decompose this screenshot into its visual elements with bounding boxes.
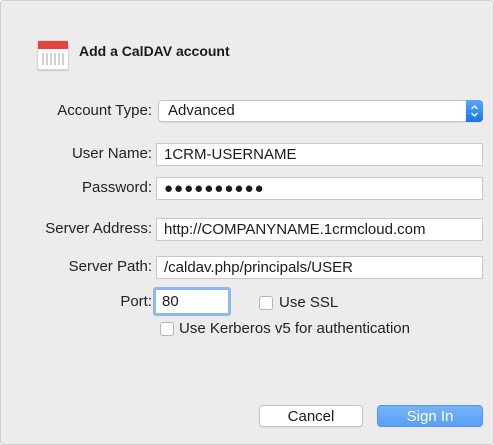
caldav-dialog: Add a CalDAV account Account Type: Advan… xyxy=(0,0,494,445)
server-path-label: Server Path: xyxy=(68,258,152,275)
use-kerberos-checkbox[interactable] xyxy=(160,322,174,336)
use-ssl-label: Use SSL xyxy=(279,294,339,311)
user-name-label: User Name: xyxy=(71,145,152,162)
port-field[interactable]: 80 xyxy=(153,287,231,316)
use-kerberos-label: Use Kerberos v5 for authentication xyxy=(179,320,410,337)
cancel-button[interactable]: Cancel xyxy=(259,405,363,427)
account-type-select[interactable]: Advanced xyxy=(158,100,483,122)
password-field[interactable]: ●●●●●●●●●● xyxy=(156,177,483,200)
user-name-field[interactable]: 1CRM-USERNAME xyxy=(156,143,483,166)
sign-in-button[interactable]: Sign In xyxy=(377,405,483,427)
account-type-value: Advanced xyxy=(168,102,235,119)
calendar-icon xyxy=(37,40,69,70)
password-label: Password: xyxy=(81,179,152,196)
account-type-label: Account Type: xyxy=(57,102,152,119)
chevron-updown-icon xyxy=(466,100,483,122)
dialog-title: Add a CalDAV account xyxy=(79,43,230,59)
server-path-field[interactable]: /caldav.php/principals/USER xyxy=(156,256,483,279)
server-address-field[interactable]: http://COMPANYNAME.1crmcloud.com xyxy=(156,218,483,241)
server-address-label: Server Address: xyxy=(45,220,152,237)
port-label: Port: xyxy=(120,293,152,310)
use-ssl-checkbox[interactable] xyxy=(259,296,273,310)
password-mask: ●●●●●●●●●● xyxy=(164,180,265,197)
